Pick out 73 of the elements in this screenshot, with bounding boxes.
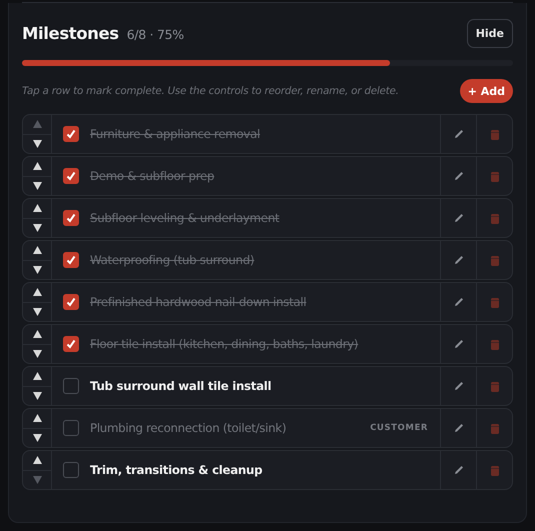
down-arrow-icon	[32, 182, 42, 190]
check-icon	[66, 339, 76, 349]
up-arrow-icon	[32, 204, 42, 212]
pencil-icon	[454, 129, 464, 139]
milestone-label: Subfloor leveling & underlayment	[90, 211, 280, 225]
checkbox[interactable]	[63, 462, 79, 478]
down-arrow-icon	[32, 392, 42, 400]
assignee-tag: CUSTOMER	[370, 423, 428, 433]
checkbox[interactable]	[63, 378, 79, 394]
pencil-icon	[454, 297, 464, 307]
milestone-row[interactable]: Demo & subfloor prep	[22, 156, 513, 196]
up-arrow-icon	[32, 162, 42, 170]
milestone-label: Tub surround wall tile install	[90, 379, 272, 393]
pencil-icon	[454, 465, 464, 475]
checkbox[interactable]	[63, 336, 79, 352]
milestone-label: Prefinished hardwood nail-down install	[90, 295, 306, 309]
up-arrow-icon	[32, 246, 42, 254]
check-icon	[66, 255, 76, 265]
milestone-label: Plumbing reconnection (toilet/sink)	[90, 421, 286, 435]
milestone-row[interactable]: Subfloor leveling & underlayment	[22, 198, 513, 238]
trash-icon	[490, 212, 498, 224]
milestone-row[interactable]: Tub surround wall tile install	[22, 366, 513, 406]
hide-button[interactable]: Hide	[466, 18, 513, 48]
trash-icon	[490, 254, 498, 266]
trash-icon	[490, 296, 498, 308]
check-icon	[66, 297, 76, 307]
trash-icon	[490, 170, 498, 182]
checkbox[interactable]	[63, 126, 79, 142]
checkbox[interactable]	[63, 210, 79, 226]
trash-icon	[490, 128, 498, 140]
milestone-row[interactable]: Floor tile install (kitchen, dining, baths, laundry)	[22, 324, 513, 364]
add-button[interactable]: + Add	[460, 79, 513, 103]
pencil-icon	[454, 171, 464, 181]
pencil-icon	[454, 423, 464, 433]
down-arrow-icon	[32, 476, 42, 484]
up-arrow-icon	[32, 120, 42, 128]
down-arrow-icon	[32, 266, 42, 274]
checkbox[interactable]	[63, 168, 79, 184]
pencil-icon	[454, 255, 464, 265]
checkbox[interactable]	[63, 294, 79, 310]
milestone-row[interactable]: Waterproofing (tub surround)	[22, 240, 513, 280]
up-arrow-icon	[32, 288, 42, 296]
up-arrow-icon	[32, 414, 42, 422]
section-title: Milestones	[22, 24, 119, 42]
down-arrow-icon	[32, 140, 42, 148]
up-arrow-icon	[32, 330, 42, 338]
trash-icon	[490, 464, 498, 476]
pencil-icon	[454, 381, 464, 391]
milestone-label: Trim, transitions & cleanup	[90, 463, 262, 477]
trash-icon	[490, 380, 498, 392]
pencil-icon	[454, 213, 464, 223]
progress-summary: 6/8 · 75%	[126, 26, 184, 42]
check-icon	[66, 129, 76, 139]
trash-icon	[490, 422, 498, 434]
milestone-label: Furniture & appliance removal	[90, 127, 260, 141]
milestone-label: Floor tile install (kitchen, dining, baths, laundry)	[90, 337, 358, 351]
up-arrow-icon	[32, 372, 42, 380]
down-arrow-icon	[32, 434, 42, 442]
pencil-icon	[454, 339, 464, 349]
up-arrow-icon	[32, 456, 42, 464]
milestone-row[interactable]: Trim, transitions & cleanup	[22, 450, 513, 490]
trash-icon	[490, 338, 498, 350]
down-arrow-icon	[32, 350, 42, 358]
hint-text: Tap a row to mark complete. Use the controls to reorder, rename, or delete.	[22, 85, 399, 97]
milestone-label: Waterproofing (tub surround)	[90, 253, 254, 267]
check-icon	[66, 171, 76, 181]
down-arrow-icon	[32, 224, 42, 232]
milestone-row[interactable]: Furniture & appliance removal	[22, 114, 513, 154]
milestone-row[interactable]: Prefinished hardwood nail-down install	[22, 282, 513, 322]
down-arrow-icon	[32, 308, 42, 316]
checkbox[interactable]	[63, 252, 79, 268]
milestone-label: Demo & subfloor prep	[90, 169, 214, 183]
check-icon	[66, 213, 76, 223]
